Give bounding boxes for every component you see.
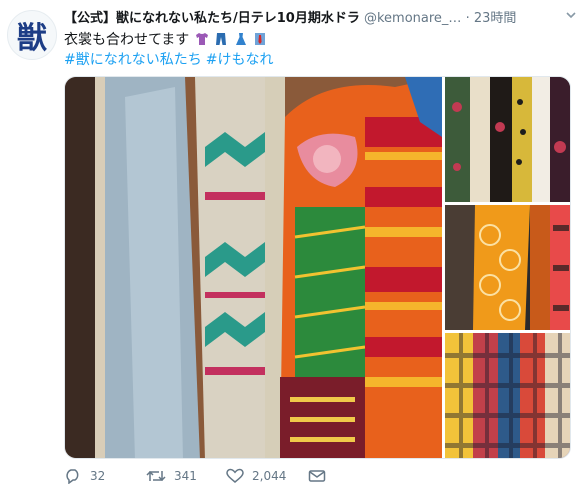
retweet-button[interactable]: 341 <box>146 466 197 486</box>
reply-count: 32 <box>90 469 106 483</box>
retweet-count: 341 <box>174 469 197 483</box>
tweet-header: 【公式】獣になれない私たち/日テレ10月期水ドラ @kemonare_… · 2… <box>64 9 574 29</box>
avatar[interactable]: 獣 <box>7 10 57 60</box>
avatar-glyph: 獣 <box>17 21 47 56</box>
tweet-text: 衣裳も合わせてます <box>64 30 267 50</box>
timestamp[interactable]: 23時間 <box>474 11 517 26</box>
hashtags: #獣になれない私たち #けもなれ <box>64 50 277 70</box>
time-separator: · <box>465 11 470 26</box>
media-photo-main[interactable] <box>65 77 442 459</box>
jeans-icon <box>216 33 227 45</box>
direct-message-button[interactable] <box>308 466 334 486</box>
media-photo-4[interactable] <box>445 333 571 459</box>
like-button[interactable]: 2,044 <box>226 466 286 486</box>
tweet-body: 衣裳も合わせてます <box>64 32 190 48</box>
heart-icon <box>226 468 244 483</box>
dress-icon <box>235 33 246 45</box>
reply-icon <box>66 469 79 484</box>
media-grid <box>64 76 571 459</box>
media-photo-3[interactable] <box>445 205 571 330</box>
envelope-icon <box>308 470 326 482</box>
retweet-icon <box>146 470 166 482</box>
tweet: 獣 【公式】獣になれない私たち/日テレ10月期水ドラ @kemonare_… ·… <box>0 0 580 494</box>
handle[interactable]: @kemonare_… <box>364 11 461 26</box>
display-name[interactable]: 【公式】獣になれない私たち/日テレ10月期水ドラ <box>64 11 360 26</box>
media-photo-2[interactable] <box>445 77 571 202</box>
like-count: 2,044 <box>252 469 287 483</box>
hashtag-link[interactable]: #けもなれ <box>206 52 274 68</box>
chevron-down-icon[interactable] <box>566 10 576 20</box>
reply-button[interactable]: 32 <box>64 466 105 486</box>
t-shirt-icon <box>195 33 208 45</box>
hashtag-link[interactable]: #獣になれない私たち <box>64 52 202 68</box>
necktie-icon <box>255 33 266 45</box>
